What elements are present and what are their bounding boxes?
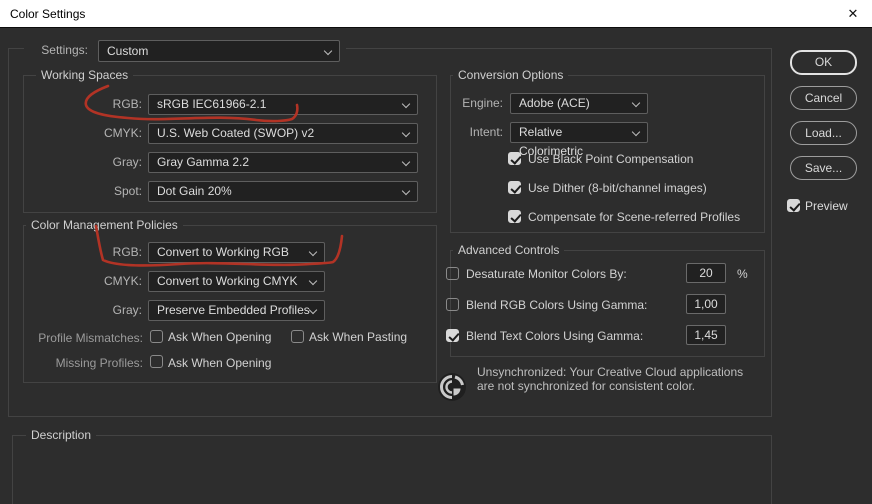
scene-referred-label: Compensate for Scene-referred Profiles (528, 210, 741, 224)
profile-mismatches-label: Profile Mismatches: (38, 331, 143, 345)
mismatch-ask-opening-checkbox[interactable] (150, 330, 163, 343)
ws-gray-select[interactable]: Gray Gamma 2.2 (148, 152, 418, 173)
ws-gray-label: Gray: (112, 155, 142, 169)
sync-status-line2: are not synchronized for consistent colo… (477, 379, 696, 393)
sync-status-icon (438, 373, 466, 401)
black-point-compensation-checkbox[interactable] (508, 152, 521, 165)
missing-profiles-label: Missing Profiles: (55, 356, 143, 370)
ws-gray-value: Gray Gamma 2.2 (157, 155, 250, 169)
ws-spot-label: Spot: (113, 184, 142, 198)
sync-status-text: Unsynchronized: Your Creative Cloud appl… (477, 365, 743, 393)
chevron-down-icon (401, 157, 411, 167)
cancel-button[interactable]: Cancel (790, 86, 857, 110)
cmp-gray-label: Gray: (112, 303, 142, 317)
color-settings-dialog: Color Settings ✕ Settings: Custom Workin… (0, 0, 872, 504)
settings-value: Custom (107, 44, 149, 58)
conversion-options-legend: Conversion Options (453, 68, 569, 82)
ws-rgb-value: sRGB IEC61966-2.1 (157, 97, 267, 111)
description-group: Description (12, 428, 772, 504)
cmp-cmyk-value: Convert to Working CMYK (157, 274, 298, 288)
chevron-down-icon (631, 127, 641, 137)
ws-spot-select[interactable]: Dot Gain 20% (148, 181, 418, 202)
sync-status-line1: Unsynchronized: Your Creative Cloud appl… (477, 365, 744, 379)
close-icon[interactable]: ✕ (844, 5, 862, 23)
use-dither-checkbox[interactable] (508, 181, 521, 194)
chevron-down-icon (631, 98, 641, 108)
black-point-compensation-label: Use Black Point Compensation (528, 152, 694, 166)
ws-cmyk-label: CMYK: (103, 126, 142, 140)
description-legend: Description (26, 428, 97, 442)
chevron-down-icon (308, 305, 318, 315)
ws-spot-value: Dot Gain 20% (157, 184, 232, 198)
percent-suffix: % (737, 267, 748, 281)
advanced-controls-legend: Advanced Controls (453, 243, 565, 257)
desaturate-percent-input[interactable]: 20 (686, 263, 726, 283)
working-spaces-legend: Working Spaces (36, 68, 134, 82)
use-dither-label: Use Dither (8-bit/channel images) (528, 181, 707, 195)
blend-rgb-gamma-input[interactable]: 1,00 (686, 294, 726, 314)
cmp-rgb-label: RGB: (112, 245, 142, 259)
missing-ask-opening-checkbox[interactable] (150, 355, 163, 368)
chevron-down-icon (308, 247, 318, 257)
dialog-title: Color Settings (10, 7, 86, 21)
desaturate-monitor-checkbox[interactable] (446, 267, 459, 280)
color-management-legend: Color Management Policies (26, 218, 183, 232)
chevron-down-icon (323, 46, 333, 56)
chevron-down-icon (401, 186, 411, 196)
ws-rgb-label: RGB: (112, 97, 142, 111)
blend-rgb-gamma-label: Blend RGB Colors Using Gamma: (466, 298, 648, 312)
cmp-rgb-value: Convert to Working RGB (157, 245, 289, 259)
settings-select[interactable]: Custom (98, 40, 340, 62)
ws-cmyk-select[interactable]: U.S. Web Coated (SWOP) v2 (148, 123, 418, 144)
blend-text-gamma-label: Blend Text Colors Using Gamma: (466, 329, 644, 343)
mismatch-ask-pasting-checkbox[interactable] (291, 330, 304, 343)
engine-select[interactable]: Adobe (ACE) (510, 93, 648, 114)
save-button[interactable]: Save... (790, 156, 857, 180)
title-bar: Color Settings ✕ (0, 0, 872, 28)
settings-label: Settings: (41, 43, 88, 57)
blend-text-gamma-checkbox[interactable] (446, 329, 459, 342)
cmp-rgb-select[interactable]: Convert to Working RGB (148, 242, 325, 263)
desaturate-monitor-label: Desaturate Monitor Colors By: (466, 267, 627, 281)
engine-value: Adobe (ACE) (519, 96, 590, 110)
mismatch-ask-opening-label: Ask When Opening (168, 330, 272, 344)
engine-label: Engine: (462, 96, 503, 110)
mismatch-ask-pasting-label: Ask When Pasting (309, 330, 408, 344)
ok-button[interactable]: OK (790, 50, 857, 75)
blend-rgb-gamma-checkbox[interactable] (446, 298, 459, 311)
blend-text-gamma-input[interactable]: 1,45 (686, 325, 726, 345)
ws-cmyk-value: U.S. Web Coated (SWOP) v2 (157, 126, 315, 140)
preview-checkbox[interactable] (787, 199, 800, 212)
intent-select[interactable]: Relative Colorimetric (510, 122, 648, 158)
missing-ask-opening-label: Ask When Opening (168, 356, 272, 370)
chevron-down-icon (308, 276, 318, 286)
cmp-cmyk-label: CMYK: (103, 274, 142, 288)
cmp-cmyk-select[interactable]: Convert to Working CMYK (148, 271, 325, 292)
ws-rgb-select[interactable]: sRGB IEC61966-2.1 (148, 94, 418, 115)
intent-label: Intent: (469, 125, 503, 139)
cmp-gray-select[interactable]: Preserve Embedded Profiles (148, 300, 325, 321)
scene-referred-checkbox[interactable] (508, 210, 521, 223)
load-button[interactable]: Load... (790, 121, 857, 145)
settings-row: Settings: Custom (24, 38, 346, 64)
cmp-gray-value: Preserve Embedded Profiles (157, 303, 310, 317)
preview-label: Preview (805, 199, 848, 213)
